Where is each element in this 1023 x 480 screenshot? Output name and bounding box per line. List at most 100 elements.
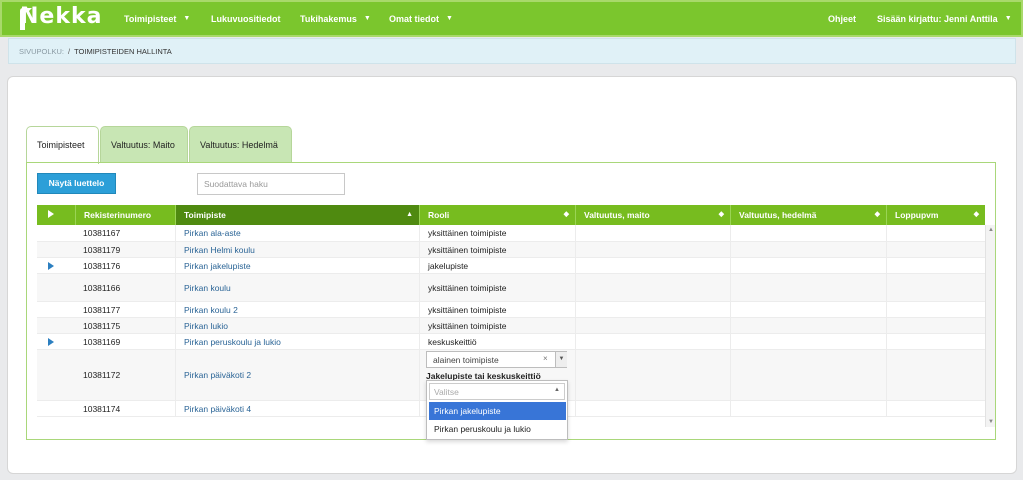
cell-hedelma [730, 302, 886, 317]
cell-loppupvm [886, 401, 985, 416]
cell-reg: 10381175 [83, 320, 121, 331]
top-navigation-bar: Nekka Toimipisteet ▼ Lukuvuositiedot Tuki… [0, 0, 1023, 37]
cell-reg: 10381167 [83, 228, 121, 238]
breadcrumb: SIVUPOLKU: / TOIMIPISTEIDEN HALLINTA [8, 38, 1016, 64]
column-label: Rekisterinumero [84, 210, 152, 220]
nav-item-omat-tiedot[interactable]: Omat tiedot ▼ [389, 2, 453, 35]
cell-loppupvm [886, 258, 985, 273]
cell-role: yksittäinen toimipiste [419, 274, 575, 301]
nav-label: Toimipisteet [124, 13, 177, 24]
cell-name-link[interactable]: Pirkan jakelupiste [175, 258, 419, 273]
cell-loppupvm [886, 334, 985, 349]
scroll-down-icon[interactable]: ▼ [986, 419, 996, 425]
cell-maito [575, 318, 730, 333]
nav-item-toimipisteet[interactable]: Toimipisteet ▼ [124, 2, 190, 35]
caret-down-icon: ▼ [363, 15, 371, 22]
table-row[interactable]: 10381177 Pirkan koulu 2 yksittäinen toim… [37, 302, 985, 318]
table-row[interactable]: 10381166 Pirkan koulu yksittäinen toimip… [37, 274, 985, 302]
nav-label: Omat tiedot [389, 13, 440, 24]
tab-valtuutus-maito[interactable]: Valtuutus: Maito [100, 126, 188, 163]
cell-hedelma [730, 350, 886, 400]
expand-row-icon[interactable] [48, 262, 54, 270]
role-select-value: alainen toimipiste [433, 355, 499, 365]
cell-name-link[interactable]: Pirkan Helmi koulu [175, 242, 419, 257]
cell-role: jakelupiste [419, 258, 575, 273]
column-label: Loppupvm [895, 210, 939, 220]
clear-icon[interactable]: × [543, 354, 548, 363]
breadcrumb-separator: / [68, 47, 71, 56]
sort-icon: ◆ [718, 211, 724, 218]
table-row[interactable]: 10381167 Pirkan ala-aste yksittäinen toi… [37, 225, 985, 242]
column-header-valtuutus-hedelma[interactable]: Valtuutus, hedelmä ◆ [730, 205, 886, 225]
dropdown-option[interactable]: Pirkan peruskoulu ja lukio [429, 420, 566, 438]
cell-loppupvm [886, 225, 985, 241]
cell-role: yksittäinen toimipiste [419, 242, 575, 257]
column-header-rooli[interactable]: Rooli ◆ [419, 205, 575, 225]
tab-label: Valtuutus: Hedelmä [200, 140, 278, 150]
cell-role: keskuskeittiö [419, 334, 575, 349]
column-header-loppupvm[interactable]: Loppupvm ◆ [886, 205, 985, 225]
cell-maito [575, 350, 730, 400]
scroll-up-icon[interactable]: ▲ [986, 227, 996, 233]
cell-name-link[interactable]: Pirkan päiväkoti 4 [175, 401, 419, 416]
cell-loppupvm [886, 302, 985, 317]
user-label: Sisään kirjattu: Jenni Anttila [877, 13, 998, 24]
tab-label: Toimipisteet [37, 140, 85, 150]
nav-label: Tukihakemus [300, 13, 357, 24]
column-label: Valtuutus, maito [584, 210, 650, 220]
caret-down-icon: ▼ [183, 15, 191, 22]
cell-loppupvm [886, 350, 985, 400]
cell-maito [575, 274, 730, 301]
table-scrollbar[interactable]: ▲ ▼ [985, 225, 995, 427]
table-row[interactable]: 10381169 Pirkan peruskoulu ja lukio kesk… [37, 334, 985, 350]
nav-item-lukuvuositiedot[interactable]: Lukuvuositiedot [211, 2, 281, 35]
table-row[interactable]: 10381179 Pirkan Helmi koulu yksittäinen … [37, 242, 985, 258]
tab-valtuutus-hedelma[interactable]: Valtuutus: Hedelmä [189, 126, 292, 163]
cell-reg: 10381176 [83, 260, 121, 271]
filter-search-input[interactable]: Suodattava haku [197, 173, 345, 195]
sort-icon: ◆ [563, 211, 569, 218]
cell-name-link[interactable]: Pirkan päiväkoti 2 [175, 350, 419, 400]
column-header-rekisterinumero[interactable]: Rekisterinumero [75, 205, 175, 225]
cell-maito [575, 258, 730, 273]
cell-maito [575, 225, 730, 241]
cell-reg: 10381174 [83, 403, 121, 414]
expand-all-header[interactable] [37, 205, 75, 225]
table-row[interactable]: 10381175 Pirkan lukio yksittäinen toimip… [37, 318, 985, 334]
cell-reg: 10381166 [83, 282, 121, 293]
cell-reg: 10381177 [83, 304, 121, 315]
breadcrumb-label: SIVUPOLKU: [19, 47, 65, 56]
cell-name-link[interactable]: Pirkan koulu [175, 274, 419, 301]
cell-role: yksittäinen toimipiste [419, 302, 575, 317]
parent-select-dropdown[interactable]: Valitse ▲ Pirkan jakelupiste Pirkan peru… [426, 380, 568, 440]
column-header-toimipiste[interactable]: Toimipiste ▲ [175, 205, 419, 225]
parent-select-search[interactable]: Valitse ▲ [429, 383, 565, 400]
tab-toimipisteet[interactable]: Toimipisteet [26, 126, 99, 164]
cell-loppupvm [886, 274, 985, 301]
cell-hedelma [730, 334, 886, 349]
cell-name-link[interactable]: Pirkan peruskoulu ja lukio [175, 334, 419, 349]
caret-down-icon: ▼ [446, 15, 453, 22]
nav-item-tukihakemus[interactable]: Tukihakemus ▼ [300, 2, 371, 35]
cell-maito [575, 242, 730, 257]
cell-reg: 10381172 [83, 370, 121, 380]
column-header-valtuutus-maito[interactable]: Valtuutus, maito ◆ [575, 205, 730, 225]
chevron-down-icon[interactable]: ▼ [555, 352, 567, 367]
cell-name-link[interactable]: Pirkan ala-aste [175, 225, 419, 241]
dropdown-option[interactable]: Pirkan jakelupiste [429, 402, 566, 420]
help-link[interactable]: Ohjeet [828, 2, 856, 35]
column-label: Valtuutus, hedelmä [739, 210, 817, 220]
show-list-button[interactable]: Näytä luettelo [37, 173, 116, 194]
expand-row-icon[interactable] [48, 338, 54, 346]
table-row[interactable]: 10381176 Pirkan jakelupiste jakelupiste [37, 258, 985, 274]
sort-icon: ◆ [973, 211, 979, 218]
cell-loppupvm [886, 318, 985, 333]
cell-reg: 10381179 [83, 244, 121, 255]
role-select[interactable]: alainen toimipiste × ▼ [426, 351, 567, 368]
help-label: Ohjeet [828, 13, 857, 24]
cell-loppupvm [886, 242, 985, 257]
cell-name-link[interactable]: Pirkan lukio [175, 318, 419, 333]
cell-name-link[interactable]: Pirkan koulu 2 [175, 302, 419, 317]
user-menu[interactable]: Sisään kirjattu: Jenni Anttila ▼ [877, 2, 1012, 35]
parent-select-placeholder: Valitse [434, 387, 459, 397]
